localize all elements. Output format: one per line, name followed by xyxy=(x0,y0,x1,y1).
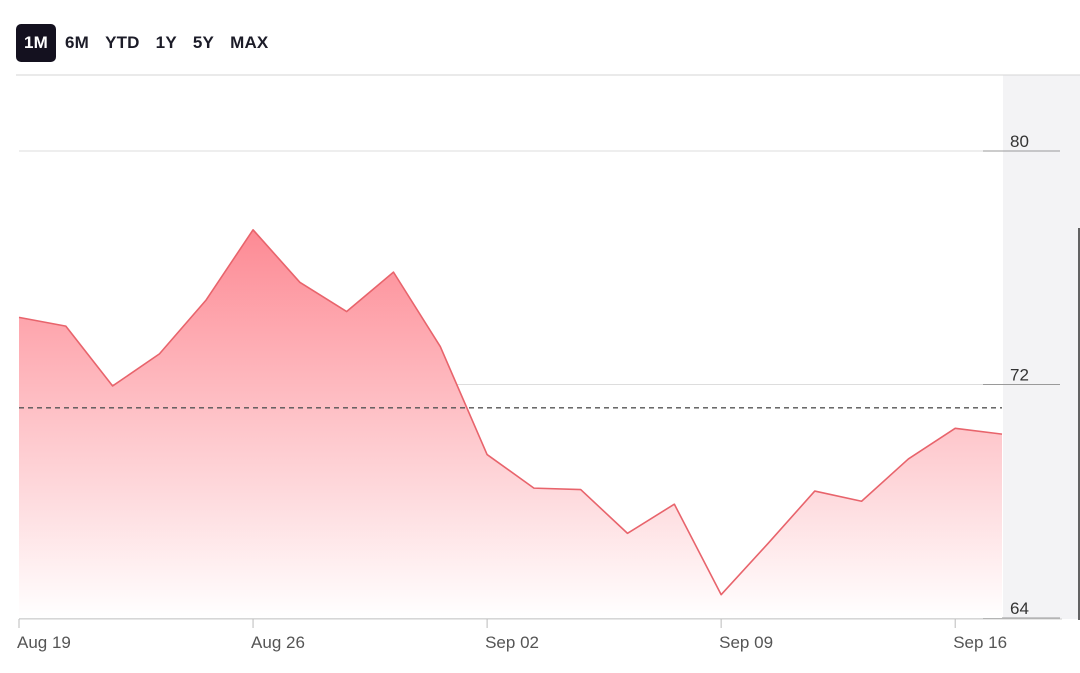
x-tick-label: Sep 09 xyxy=(719,633,773,652)
y-axis-panel xyxy=(1003,75,1080,619)
y-tick-label: 72 xyxy=(1010,366,1029,385)
price-chart-svg[interactable]: 64 72 80 Aug 19 Aug 26 Sep 02 Sep 09 Sep 16 xyxy=(0,0,1080,668)
x-tick-label: Aug 26 xyxy=(251,633,305,652)
x-tick-label: Sep 02 xyxy=(485,633,539,652)
x-tick-label: Sep 16 xyxy=(953,633,1007,652)
price-chart[interactable]: 64 72 80 Aug 19 Aug 26 Sep 02 Sep 09 Sep 16 xyxy=(0,0,1080,668)
y-tick-label: 64 xyxy=(1010,599,1029,618)
y-tick-label: 80 xyxy=(1010,132,1029,151)
x-tick-label: Aug 19 xyxy=(17,633,71,652)
price-area xyxy=(19,229,1002,618)
